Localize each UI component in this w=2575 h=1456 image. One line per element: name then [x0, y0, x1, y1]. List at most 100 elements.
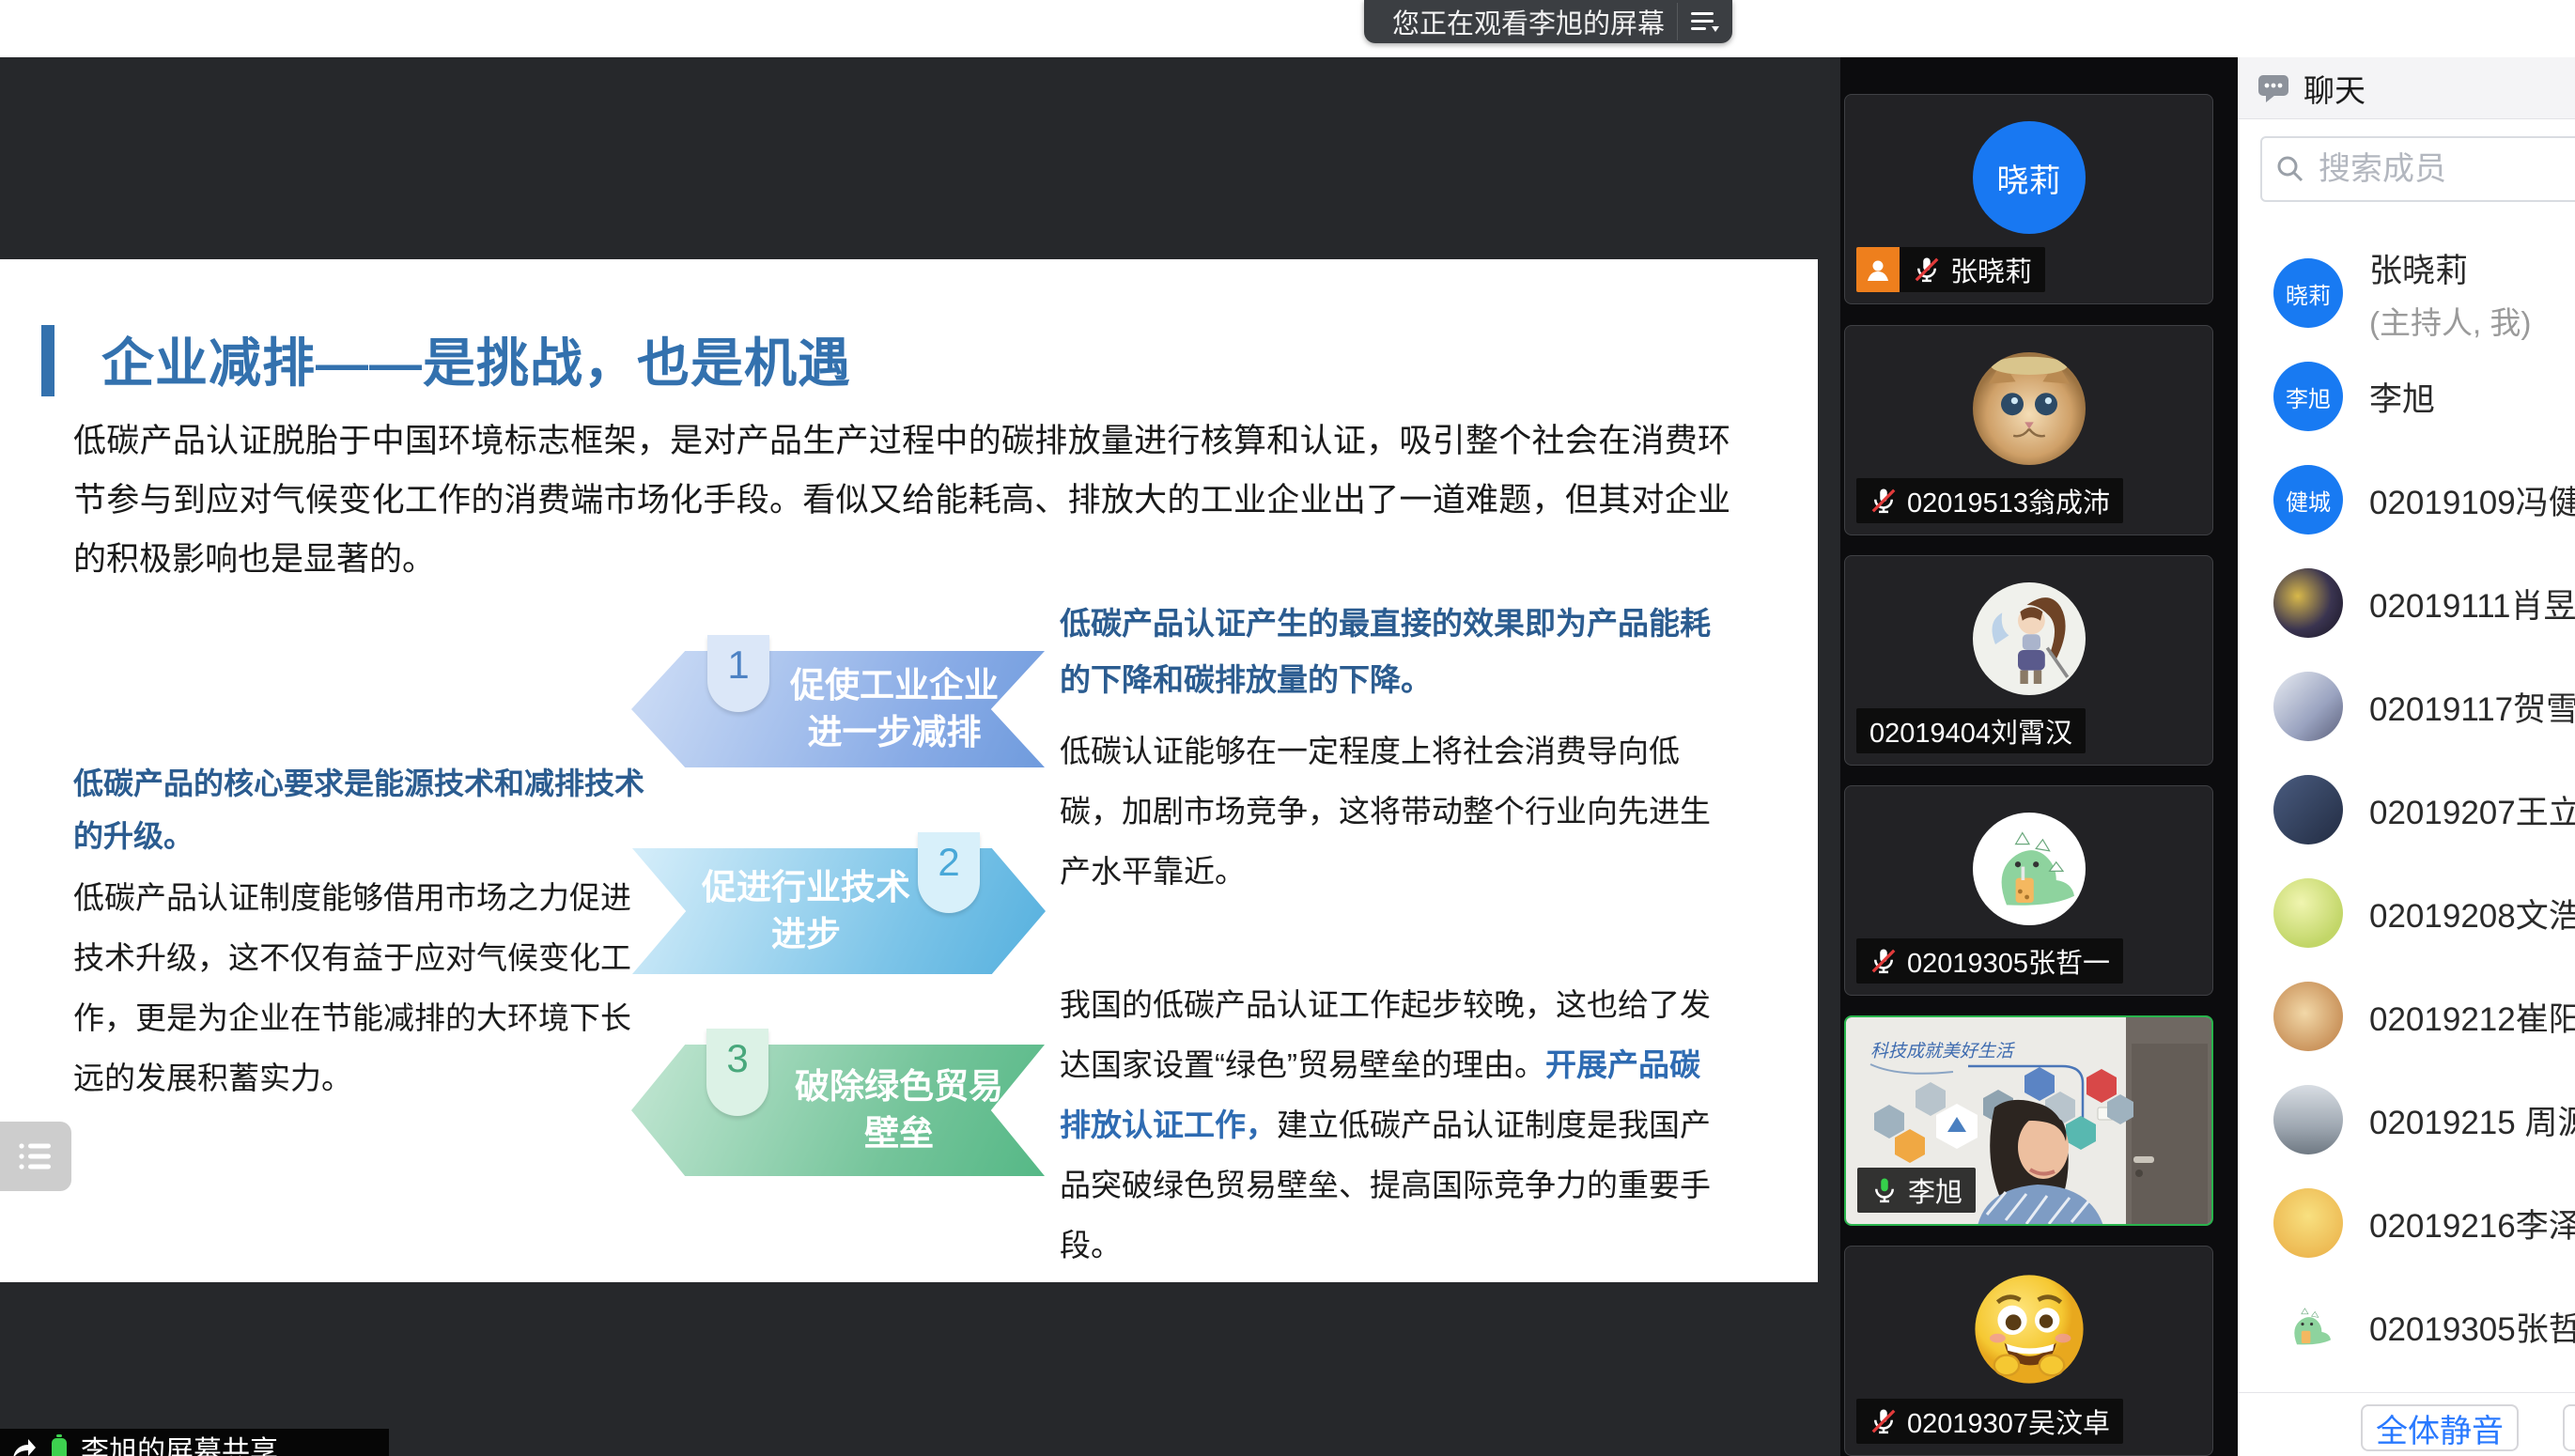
member-avatar [2273, 672, 2343, 741]
member-avatar [2273, 982, 2343, 1051]
member-name: 02019208文浩然 [2369, 890, 2575, 937]
member-row-zhouyuan[interactable]: 02019215 周源灿 [2238, 1068, 2575, 1171]
member-avatar: 晓莉 [2273, 258, 2343, 328]
member-avatar [2273, 1292, 2343, 1361]
participant-name: 李旭 [1908, 1170, 1962, 1210]
video-tile-wuwenzhuo[interactable]: 02019307吴汶卓 [1844, 1246, 2213, 1456]
member-name: 02019215 周源灿 [2369, 1096, 2575, 1144]
right-body-text: 低碳认证能够在一定程度上将社会消费导向低碳，加剧市场竞争，这将带动整个行业向先进… [1060, 721, 1730, 902]
chevron-2-line2: 进步 [679, 911, 933, 958]
search-icon [2275, 154, 2305, 184]
member-name: 张晓莉 [2369, 244, 2531, 292]
member-row-zhangzheyi[interactable]: 02019305张哲一 [2238, 1275, 2575, 1378]
avatar-emoji [1973, 1273, 2086, 1386]
member-name: 02019117贺雪琪 [2369, 683, 2575, 731]
chevron-1-promote-reduction: 促使工业企业 进一步减排 [631, 651, 1045, 767]
right-emphasis-text: 低碳产品认证产生的最直接的效果即为产品能耗的下降和碳排放量的下降。 [1060, 596, 1730, 708]
tile-name-label: 张晓莉 [1856, 247, 2045, 292]
screen-share-status-bar: 李旭的屏幕共享 [0, 1429, 389, 1456]
member-avatar [2273, 775, 2343, 844]
member-row-xiaoyuhui[interactable]: 02019111肖昱辉 [2238, 551, 2575, 655]
avatar-anime [1973, 582, 2086, 695]
member-avatar: 李旭 [2273, 362, 2343, 431]
chevron-2-number-badge: 2 [918, 832, 980, 913]
member-avatar [2273, 1188, 2343, 1258]
video-tile-wengchengpei[interactable]: 02019513翁成沛 [1844, 325, 2213, 535]
member-row-wanglixiang[interactable]: 02019207王立翔 [2238, 758, 2575, 861]
tile-name-label: 02019404刘霄汉 [1856, 708, 2086, 753]
member-row-zhangxiaoli[interactable]: 晓莉 张晓莉 (主持人, 我) [2238, 241, 2575, 345]
avatar: 晓莉 [1973, 121, 2086, 234]
video-tile-zhangxiaoli[interactable]: 晓莉 张晓莉 [1844, 94, 2213, 304]
member-row-wenhaoran[interactable]: 02019208文浩然 [2238, 861, 2575, 965]
member-name: 02019216李泽春 [2369, 1200, 2575, 1247]
chat-bubble-icon [2257, 73, 2290, 103]
chat-panel-title: 聊天 [2304, 66, 2366, 111]
title-accent-bar [41, 325, 54, 396]
slide-title: 企业减排——是挑战，也是机遇 [101, 321, 851, 397]
chevron-3-number-badge: 3 [706, 1029, 768, 1116]
participant-name: 02019305张哲一 [1907, 941, 2110, 981]
thumbnail-list-toggle[interactable] [0, 1122, 71, 1191]
video-tile-liuxiaohan[interactable]: 02019404刘霄汉 [1844, 555, 2213, 766]
mic-muted-icon [1913, 256, 1941, 284]
mute-all-button[interactable]: 全体静音 [2361, 1404, 2519, 1451]
share-status-text: 李旭的屏幕共享 [81, 1428, 278, 1456]
participant-name: 张晓莉 [1950, 250, 2032, 289]
member-search-input[interactable] [2317, 150, 2575, 189]
video-tile-lixu-active[interactable]: 科技成就美好生活 [1844, 1015, 2213, 1226]
chevron-3-trade-barrier: 破除绿色贸易 壁垒 [631, 1045, 1045, 1176]
chevron-1-number-badge: 1 [707, 635, 769, 712]
member-avatar [2273, 878, 2343, 948]
member-name: 02019111肖昱辉 [2369, 580, 2575, 627]
participant-name: 02019513翁成沛 [1907, 481, 2110, 520]
tile-name-label: 02019305张哲一 [1856, 938, 2123, 984]
share-arrow-icon [9, 1434, 38, 1456]
banner-menu-button[interactable] [1677, 3, 1732, 40]
member-row-lizechun[interactable]: 02019216李泽春 [2238, 1171, 2575, 1275]
member-name: 李旭 [2369, 373, 2435, 421]
list-icon [17, 1140, 54, 1172]
left-emphasis-text: 低碳产品的核心要求是能源技术和减排技术的升级。 [73, 757, 648, 862]
avatar-cat [1973, 352, 2086, 465]
mic-muted-icon [1869, 487, 1898, 515]
shared-slide: 企业减排——是挑战，也是机遇 低碳产品认证脱胎于中国环境标志框架，是对产品生产过… [0, 259, 1818, 1282]
member-row-lixu[interactable]: 李旭 李旭 [2238, 345, 2575, 448]
watching-banner-label: 您正在观看李旭的屏幕 [1392, 2, 1665, 41]
member-name: 02019305张哲一 [2369, 1303, 2575, 1351]
tile-name-label: 02019307吴汶卓 [1856, 1399, 2123, 1444]
member-name: 02019212崔阳 [2369, 993, 2575, 1041]
member-search-box[interactable] [2260, 136, 2575, 202]
tile-name-label: 李旭 [1857, 1168, 1976, 1213]
mic-muted-icon [1869, 947, 1898, 975]
host-icon [1856, 247, 1900, 292]
mic-active-icon [1870, 1176, 1899, 1204]
watching-banner: 您正在观看李旭的屏幕 [1364, 0, 1732, 43]
slide-intro-paragraph: 低碳产品认证脱胎于中国环境标志框架，是对产品生产过程中的碳排放量进行核算和认证，… [73, 411, 1730, 589]
chevron-3-line2: 壁垒 [768, 1110, 1031, 1157]
member-row-fengjiancheng[interactable]: 健城 02019109冯健城 [2238, 448, 2575, 551]
chat-panel: 聊天 晓莉 张晓莉 (主持人, 我) 李旭 李旭 健城 02019109冯健城 [2238, 57, 2575, 1456]
participant-name: 02019307吴汶卓 [1907, 1402, 2110, 1441]
video-tile-zhangzheyi[interactable]: 02019305张哲一 [1844, 785, 2213, 996]
chat-panel-header: 聊天 [2238, 57, 2575, 119]
member-role: (主持人, 我) [2369, 298, 2531, 343]
hamburger-caret-icon [1689, 9, 1721, 34]
member-row-hexueqi[interactable]: 02019117贺雪琪 [2238, 655, 2575, 758]
right-bottom-paragraph: 我国的低碳产品认证工作起步较晚，这也给了发达国家设置“绿色”贸易壁垒的理由。开展… [1060, 975, 1730, 1276]
chevron-1-line1: 促使工业企业 [753, 662, 1035, 709]
green-mic-level-icon [49, 1434, 70, 1456]
avatar-dino [1973, 813, 2086, 925]
member-avatar [2273, 568, 2343, 638]
mic-muted-icon [1869, 1407, 1898, 1435]
chat-panel-footer: 全体静音 [2238, 1392, 2575, 1456]
member-avatar [2273, 1085, 2343, 1154]
member-avatar: 健城 [2273, 465, 2343, 534]
footer-more-button[interactable] [2563, 1404, 2575, 1451]
chevron-2-industry-progress: 促进行业技术 进步 [632, 848, 1046, 974]
participant-name: 02019404刘霄汉 [1869, 711, 2072, 751]
meeting-window: 您正在观看李旭的屏幕 企业减排——是挑战，也是机遇 低碳产品认证脱胎于中国环境标… [0, 0, 2575, 1456]
member-row-cuiyang[interactable]: 02019212崔阳 [2238, 965, 2575, 1068]
video-wall-slogan: 科技成就美好生活 [1870, 1041, 2016, 1061]
chevron-3-line1: 破除绿色贸易 [768, 1063, 1031, 1110]
